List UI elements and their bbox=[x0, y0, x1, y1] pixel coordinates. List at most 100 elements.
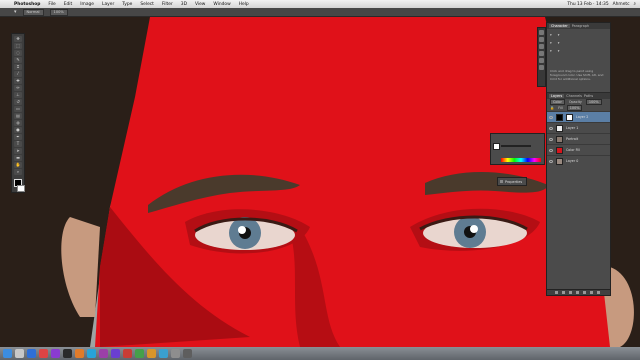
vscale-icon[interactable]: ▾ bbox=[550, 49, 552, 53]
tool-preset-icon[interactable]: ▾ bbox=[14, 9, 17, 15]
kerning-icon[interactable]: ▾ bbox=[558, 41, 560, 45]
shape-tool-icon[interactable]: ▬ bbox=[14, 155, 22, 161]
properties-label: Properties bbox=[505, 179, 523, 184]
link-icon[interactable] bbox=[555, 291, 558, 294]
hand-tool-icon[interactable]: ✋ bbox=[14, 162, 22, 168]
menu-type[interactable]: Type bbox=[118, 2, 136, 7]
menu-select[interactable]: Select bbox=[136, 2, 158, 7]
menu-3d[interactable]: 3D bbox=[177, 2, 191, 7]
menu-image[interactable]: Image bbox=[76, 2, 98, 7]
visibility-eye-icon[interactable] bbox=[549, 159, 553, 163]
tab-character[interactable]: Character bbox=[549, 24, 570, 28]
adjustments-icon[interactable] bbox=[539, 44, 544, 49]
quick-select-icon[interactable]: ✎ bbox=[14, 57, 22, 63]
menu-filter[interactable]: Filter bbox=[158, 2, 177, 7]
layer-row[interactable]: Layer 2 bbox=[547, 111, 610, 122]
opacity-input[interactable]: 100% bbox=[585, 99, 602, 105]
layer-row[interactable]: Layer 0 bbox=[547, 155, 610, 166]
menu-app[interactable]: Photoshop bbox=[10, 2, 44, 7]
healing-brush-icon[interactable]: ✚ bbox=[14, 78, 22, 84]
layer-row[interactable]: Layer 1 bbox=[547, 122, 610, 133]
menu-file[interactable]: File bbox=[44, 2, 59, 7]
fx-icon[interactable] bbox=[562, 291, 565, 294]
menu-view[interactable]: View bbox=[191, 2, 209, 7]
premiere-icon[interactable] bbox=[99, 349, 108, 358]
tab-paragraph[interactable]: Paragraph bbox=[572, 24, 589, 28]
tab-channels[interactable]: Channels bbox=[566, 94, 582, 98]
illustrator-icon[interactable] bbox=[75, 349, 84, 358]
eraser-icon[interactable]: ▭ bbox=[14, 106, 22, 112]
background-color-swatch[interactable] bbox=[17, 184, 25, 192]
actions-icon[interactable] bbox=[539, 37, 544, 42]
trash-dock-icon[interactable] bbox=[183, 349, 192, 358]
zoom-tool-icon[interactable]: ⌕ bbox=[14, 169, 22, 175]
photoshop-icon[interactable] bbox=[87, 349, 96, 358]
color-swatch[interactable] bbox=[493, 143, 500, 150]
color-slider[interactable] bbox=[501, 145, 531, 147]
itunes-icon[interactable] bbox=[51, 349, 60, 358]
new-layer-icon[interactable] bbox=[590, 291, 593, 294]
gradient-icon[interactable]: ▤ bbox=[14, 113, 22, 119]
fill-input[interactable]: 100% bbox=[566, 105, 583, 111]
preferences-icon[interactable] bbox=[171, 349, 180, 358]
color-ramp[interactable] bbox=[501, 158, 541, 162]
brush-presets-icon[interactable] bbox=[539, 51, 544, 56]
tracking-icon[interactable]: ▾ bbox=[550, 41, 552, 45]
properties-button[interactable]: Properties bbox=[497, 177, 527, 186]
menu-edit[interactable]: Edit bbox=[60, 2, 77, 7]
visibility-eye-icon[interactable] bbox=[549, 148, 553, 152]
type-tool-icon[interactable]: T bbox=[14, 141, 22, 147]
swatches-icon[interactable] bbox=[539, 58, 544, 63]
crop-tool-icon[interactable]: ⌗ bbox=[14, 64, 22, 70]
blend-mode-select[interactable]: Color bbox=[550, 99, 565, 105]
clone-stamp-icon[interactable]: ⊥ bbox=[14, 92, 22, 98]
acrobat-icon[interactable] bbox=[123, 349, 132, 358]
menu-help[interactable]: Help bbox=[235, 2, 253, 7]
launchpad-icon[interactable] bbox=[15, 349, 24, 358]
eyedropper-icon[interactable]: ⁄ bbox=[14, 71, 22, 77]
hscale-icon[interactable]: ▾ bbox=[558, 49, 560, 53]
chrome-icon[interactable] bbox=[39, 349, 48, 358]
safari-icon[interactable] bbox=[27, 349, 36, 358]
trash-icon[interactable] bbox=[597, 291, 600, 294]
move-tool-icon[interactable]: ✥ bbox=[14, 36, 22, 42]
group-icon[interactable] bbox=[583, 291, 586, 294]
history-brush-icon[interactable]: ↺ bbox=[14, 99, 22, 105]
leading-icon[interactable]: ▾ bbox=[558, 33, 560, 37]
brush-tool-icon[interactable]: ✏ bbox=[14, 85, 22, 91]
visibility-eye-icon[interactable] bbox=[549, 126, 553, 130]
adjustment-layer-icon[interactable] bbox=[576, 291, 579, 294]
dodge-tool-icon[interactable]: ● bbox=[14, 127, 22, 133]
tab-layers[interactable]: Layers bbox=[549, 94, 565, 98]
lock-icon[interactable]: 🔒 bbox=[550, 106, 554, 110]
layer-row[interactable]: Portrait bbox=[547, 133, 610, 144]
opacity-field[interactable]: 100% bbox=[49, 8, 68, 16]
marquee-tool-icon[interactable]: ⬚ bbox=[14, 43, 22, 49]
after-effects-icon[interactable] bbox=[111, 349, 120, 358]
spotlight-icon[interactable]: ⌕ bbox=[634, 1, 636, 7]
finder-icon[interactable] bbox=[3, 349, 12, 358]
tab-paths[interactable]: Paths bbox=[584, 94, 593, 98]
pen-tool-icon[interactable]: ✒ bbox=[14, 134, 22, 140]
lightroom-icon[interactable] bbox=[159, 349, 168, 358]
info-icon[interactable] bbox=[539, 65, 544, 70]
mask-icon[interactable] bbox=[569, 291, 572, 294]
layers-footer bbox=[546, 289, 611, 296]
tool-tip-text: Click and drag to paint using foreground… bbox=[550, 69, 604, 81]
terminal-icon[interactable] bbox=[63, 349, 72, 358]
fill-label: Fill bbox=[558, 106, 563, 110]
blur-tool-icon[interactable]: ◍ bbox=[14, 120, 22, 126]
visibility-eye-icon[interactable] bbox=[549, 115, 553, 119]
lasso-tool-icon[interactable]: ◌ bbox=[14, 50, 22, 56]
history-icon[interactable] bbox=[539, 30, 544, 35]
visibility-eye-icon[interactable] bbox=[549, 137, 553, 141]
menu-layer[interactable]: Layer bbox=[98, 2, 118, 7]
menu-window[interactable]: Window bbox=[209, 2, 234, 7]
dreamweaver-icon[interactable] bbox=[135, 349, 144, 358]
user-name[interactable]: Ahmetc bbox=[613, 2, 630, 7]
bridge-icon[interactable] bbox=[147, 349, 156, 358]
font-size-icon[interactable]: ▾ bbox=[550, 33, 552, 37]
layer-row[interactable]: Color Fill bbox=[547, 144, 610, 155]
path-select-icon[interactable]: ➤ bbox=[14, 148, 22, 154]
mode-select[interactable]: Normal bbox=[22, 8, 44, 16]
